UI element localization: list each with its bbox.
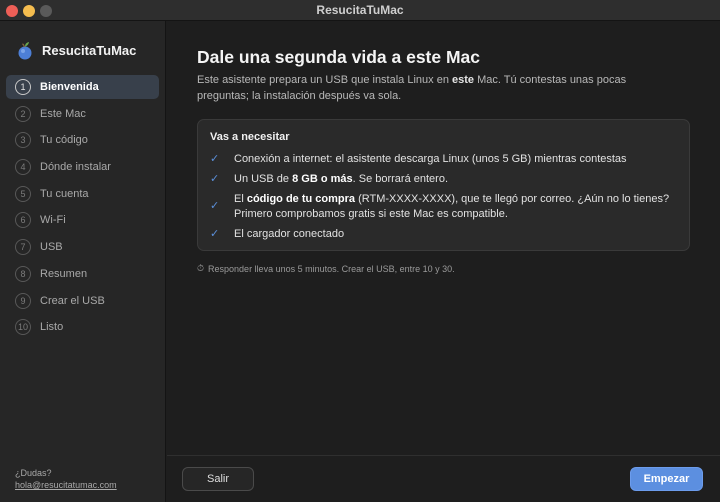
- page-title: Dale una segunda vida a este Mac: [197, 47, 481, 67]
- step-number: 10: [15, 319, 31, 336]
- footer-bar: Salir Empezar: [167, 455, 720, 502]
- step-donde-instalar[interactable]: 4 Dónde instalar: [6, 155, 159, 179]
- step-wifi[interactable]: 6 Wi-Fi: [6, 208, 159, 232]
- step-tu-cuenta[interactable]: 5 Tu cuenta: [6, 182, 159, 206]
- step-number: 5: [15, 185, 31, 202]
- help-question: ¿Dudas?: [15, 468, 52, 478]
- requirement-text-part: Un USB de: [234, 173, 293, 185]
- quit-button[interactable]: Salir: [182, 467, 254, 491]
- brand-name: ResucitaTuMac: [42, 42, 137, 58]
- step-label: Bienvenida: [40, 81, 99, 93]
- step-label: Resumen: [40, 267, 88, 280]
- step-number: 2: [15, 105, 31, 122]
- step-label: Dónde instalar: [40, 161, 111, 174]
- intro-text-part: Este asistente prepara un USB que instal…: [197, 74, 452, 86]
- step-este-mac[interactable]: 2 Este Mac: [6, 102, 159, 126]
- step-label: Crear el USB: [40, 294, 105, 307]
- checkmark-icon: ✓: [210, 153, 220, 165]
- requirement-text-part: El: [234, 193, 247, 205]
- step-number: 4: [15, 159, 31, 176]
- requirements-card: Vas a necesitar ✓ Conexión a internet: e…: [197, 119, 690, 251]
- step-label: USB: [40, 241, 63, 254]
- window-title: ResucitaTuMac: [316, 3, 404, 17]
- checkmark-icon: ✓: [210, 228, 220, 240]
- stopwatch-icon: ⏱: [197, 263, 205, 273]
- help-email-link[interactable]: hola@resucitatumac.com: [15, 479, 117, 491]
- brand: ResucitaTuMac: [16, 39, 136, 61]
- step-listo[interactable]: 10 Listo: [6, 315, 159, 339]
- requirement-text: Conexión a internet: el asistente descar…: [234, 153, 627, 165]
- requirement-text-part: . Se borrará entero.: [352, 173, 449, 185]
- requirement-text: Un USB de 8 GB o más. Se borrará entero.: [234, 172, 674, 187]
- step-number: 1: [15, 79, 31, 95]
- step-number: 9: [15, 292, 31, 309]
- title-bar: ResucitaTuMac: [0, 0, 720, 21]
- sidebar: ResucitaTuMac 1 Bienvenida 2 Este Mac 3 …: [0, 21, 166, 502]
- requirement-emphasis: 8 GB o más: [292, 173, 353, 185]
- apple-logo-icon: [16, 39, 34, 61]
- step-number: 3: [15, 132, 31, 149]
- timing-note: ⏱ Responder lleva unos 5 minutos. Crear …: [197, 263, 455, 274]
- step-number: 6: [15, 212, 31, 229]
- step-tu-codigo[interactable]: 3 Tu código: [6, 128, 159, 152]
- steps-list: 1 Bienvenida 2 Este Mac 3 Tu código 4 Dó…: [6, 75, 159, 342]
- checkmark-icon: ✓: [210, 200, 220, 212]
- intro-emphasis: este: [452, 74, 475, 86]
- step-label: Tu cuenta: [40, 187, 89, 200]
- step-number: 7: [15, 239, 31, 256]
- step-resumen[interactable]: 8 Resumen: [6, 262, 159, 286]
- step-usb[interactable]: 7 USB: [6, 235, 159, 259]
- step-number: 8: [15, 265, 31, 282]
- requirement-text: El cargador conectado: [234, 228, 345, 240]
- step-label: Este Mac: [40, 107, 86, 120]
- step-bienvenida[interactable]: 1 Bienvenida: [6, 75, 159, 99]
- intro-text: Este asistente prepara un USB que instal…: [197, 72, 667, 104]
- app-window: ResucitaTuMac ResucitaTuMac 1 Bienvenida…: [0, 0, 720, 502]
- requirement-text: El código de tu compra (RTM-XXXX-XXXX), …: [234, 192, 674, 222]
- step-label: Wi-Fi: [40, 214, 66, 227]
- step-label: Listo: [40, 321, 64, 334]
- requirement-emphasis: código de tu compra: [246, 193, 356, 205]
- start-button[interactable]: Empezar: [630, 467, 703, 491]
- step-label: Tu código: [40, 134, 88, 147]
- main-content: Dale una segunda vida a este Mac Este as…: [167, 21, 720, 455]
- checkmark-icon: ✓: [210, 173, 220, 185]
- requirement-item: ✓ Un USB de 8 GB o más. Se borrará enter…: [210, 172, 674, 187]
- help-section: ¿Dudas? hola@resucitatumac.com: [15, 467, 117, 491]
- requirement-item: ✓ El cargador conectado: [210, 227, 674, 242]
- step-crear-usb[interactable]: 9 Crear el USB: [6, 289, 159, 313]
- requirement-item: ✓ Conexión a internet: el asistente desc…: [210, 152, 674, 167]
- requirement-item: ✓ El código de tu compra (RTM-XXXX-XXXX)…: [210, 192, 674, 222]
- requirements-heading: Vas a necesitar: [210, 131, 290, 143]
- timing-text: Responder lleva unos 5 minutos. Crear el…: [208, 263, 455, 274]
